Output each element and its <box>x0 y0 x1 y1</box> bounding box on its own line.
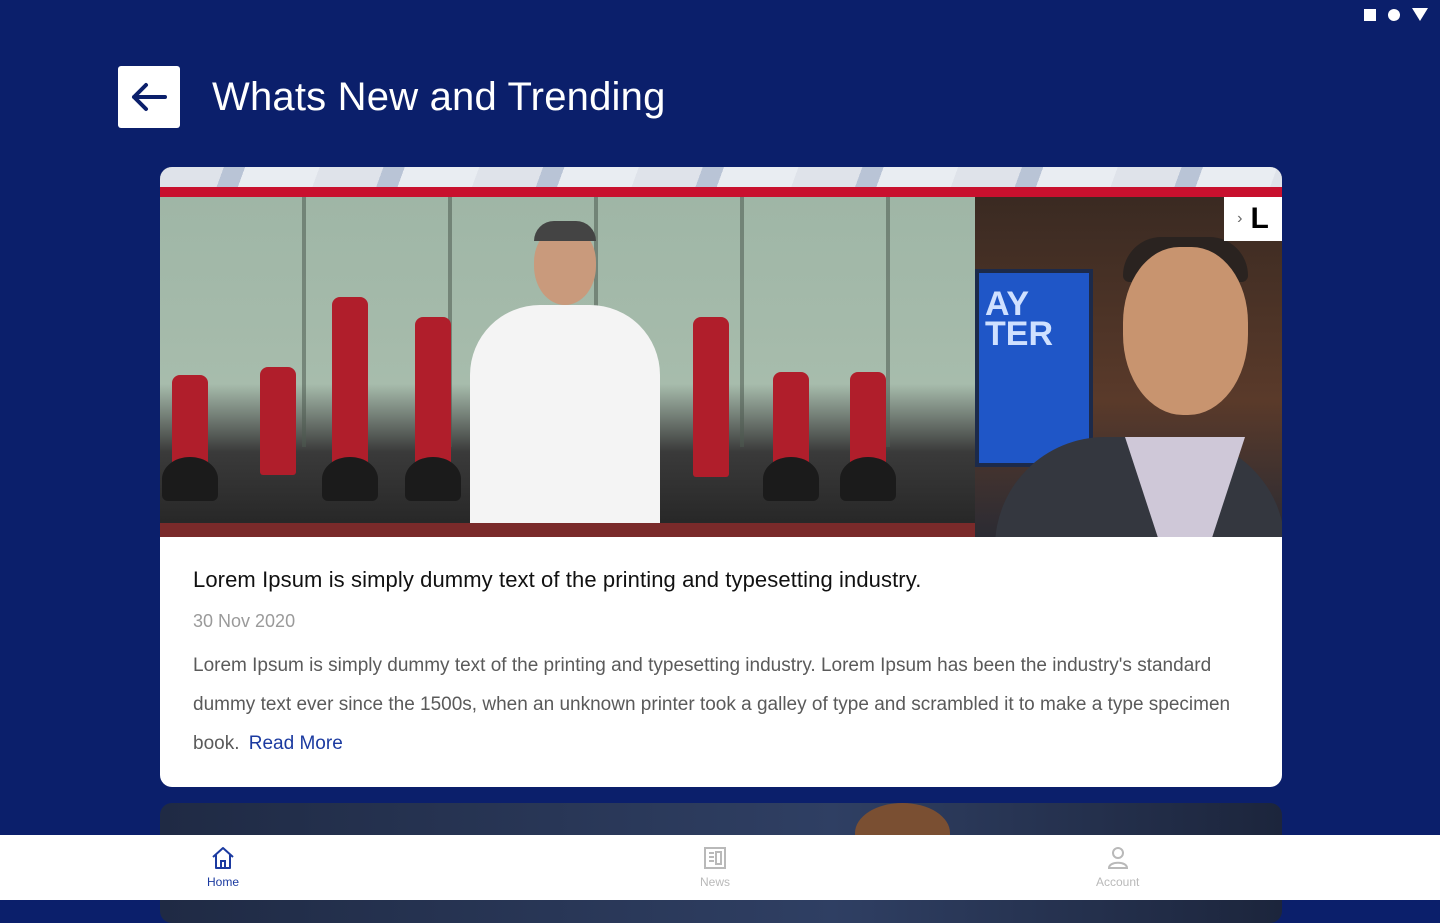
read-more-link[interactable]: Read More <box>249 733 343 754</box>
home-icon <box>212 847 234 869</box>
news-headline[interactable]: Lorem Ipsum is simply dummy text of the … <box>193 567 1249 593</box>
news-date: 30 Nov 2020 <box>193 611 296 631</box>
home-circle-icon <box>1388 8 1400 21</box>
news-description-text: Lorem Ipsum is simply dummy text of the … <box>193 655 1231 754</box>
news-card[interactable]: AY TER › L Lorem Ipsum is simply dummy t… <box>160 167 1282 787</box>
broadcast-strip <box>160 167 1282 187</box>
live-tag: › L <box>1224 197 1282 241</box>
nav-news[interactable]: News <box>700 845 730 889</box>
page-header: Whats New and Trending <box>118 66 666 128</box>
bottom-navigation: Home News Account <box>0 835 1440 900</box>
punching-bag <box>332 297 368 475</box>
broadcast-red-bar <box>160 187 1282 197</box>
arrow-left-icon <box>132 83 167 111</box>
studio-screen-text: AY TER <box>985 285 1053 353</box>
news-icon <box>704 847 726 869</box>
news-description: Lorem Ipsum is simply dummy text of the … <box>193 646 1249 763</box>
chevron-right-icon: › <box>1237 210 1243 227</box>
bag-base <box>162 457 218 501</box>
punching-bag <box>415 317 451 477</box>
instructor-hair <box>534 221 596 241</box>
nav-account-label: Account <box>1096 875 1140 889</box>
anchor-head <box>1123 247 1248 415</box>
status-bar <box>1364 8 1428 21</box>
bag-base <box>322 457 378 501</box>
nav-home[interactable]: Home <box>207 845 239 889</box>
account-icon <box>1107 847 1128 869</box>
nav-home-label: Home <box>207 875 240 889</box>
news-video-thumbnail[interactable]: AY TER › L <box>160 167 1282 537</box>
back-button[interactable] <box>118 66 180 128</box>
page-title: Whats New and Trending <box>212 74 666 119</box>
recent-apps-icon <box>1364 8 1376 21</box>
news-studio-scene: AY TER <box>975 197 1282 537</box>
back-triangle-icon <box>1412 8 1428 21</box>
nav-news-label: News <box>700 875 731 889</box>
bag-base <box>840 457 896 501</box>
bag-base <box>763 457 819 501</box>
live-tag-letter: L <box>1250 202 1269 235</box>
nav-account[interactable]: Account <box>1096 845 1139 889</box>
gym-floor <box>160 523 975 537</box>
news-card-body: Lorem Ipsum is simply dummy text of the … <box>160 537 1282 763</box>
white-gi <box>470 305 660 537</box>
bag-base <box>405 457 461 501</box>
punching-bag <box>693 317 729 477</box>
punching-bag <box>260 367 296 475</box>
